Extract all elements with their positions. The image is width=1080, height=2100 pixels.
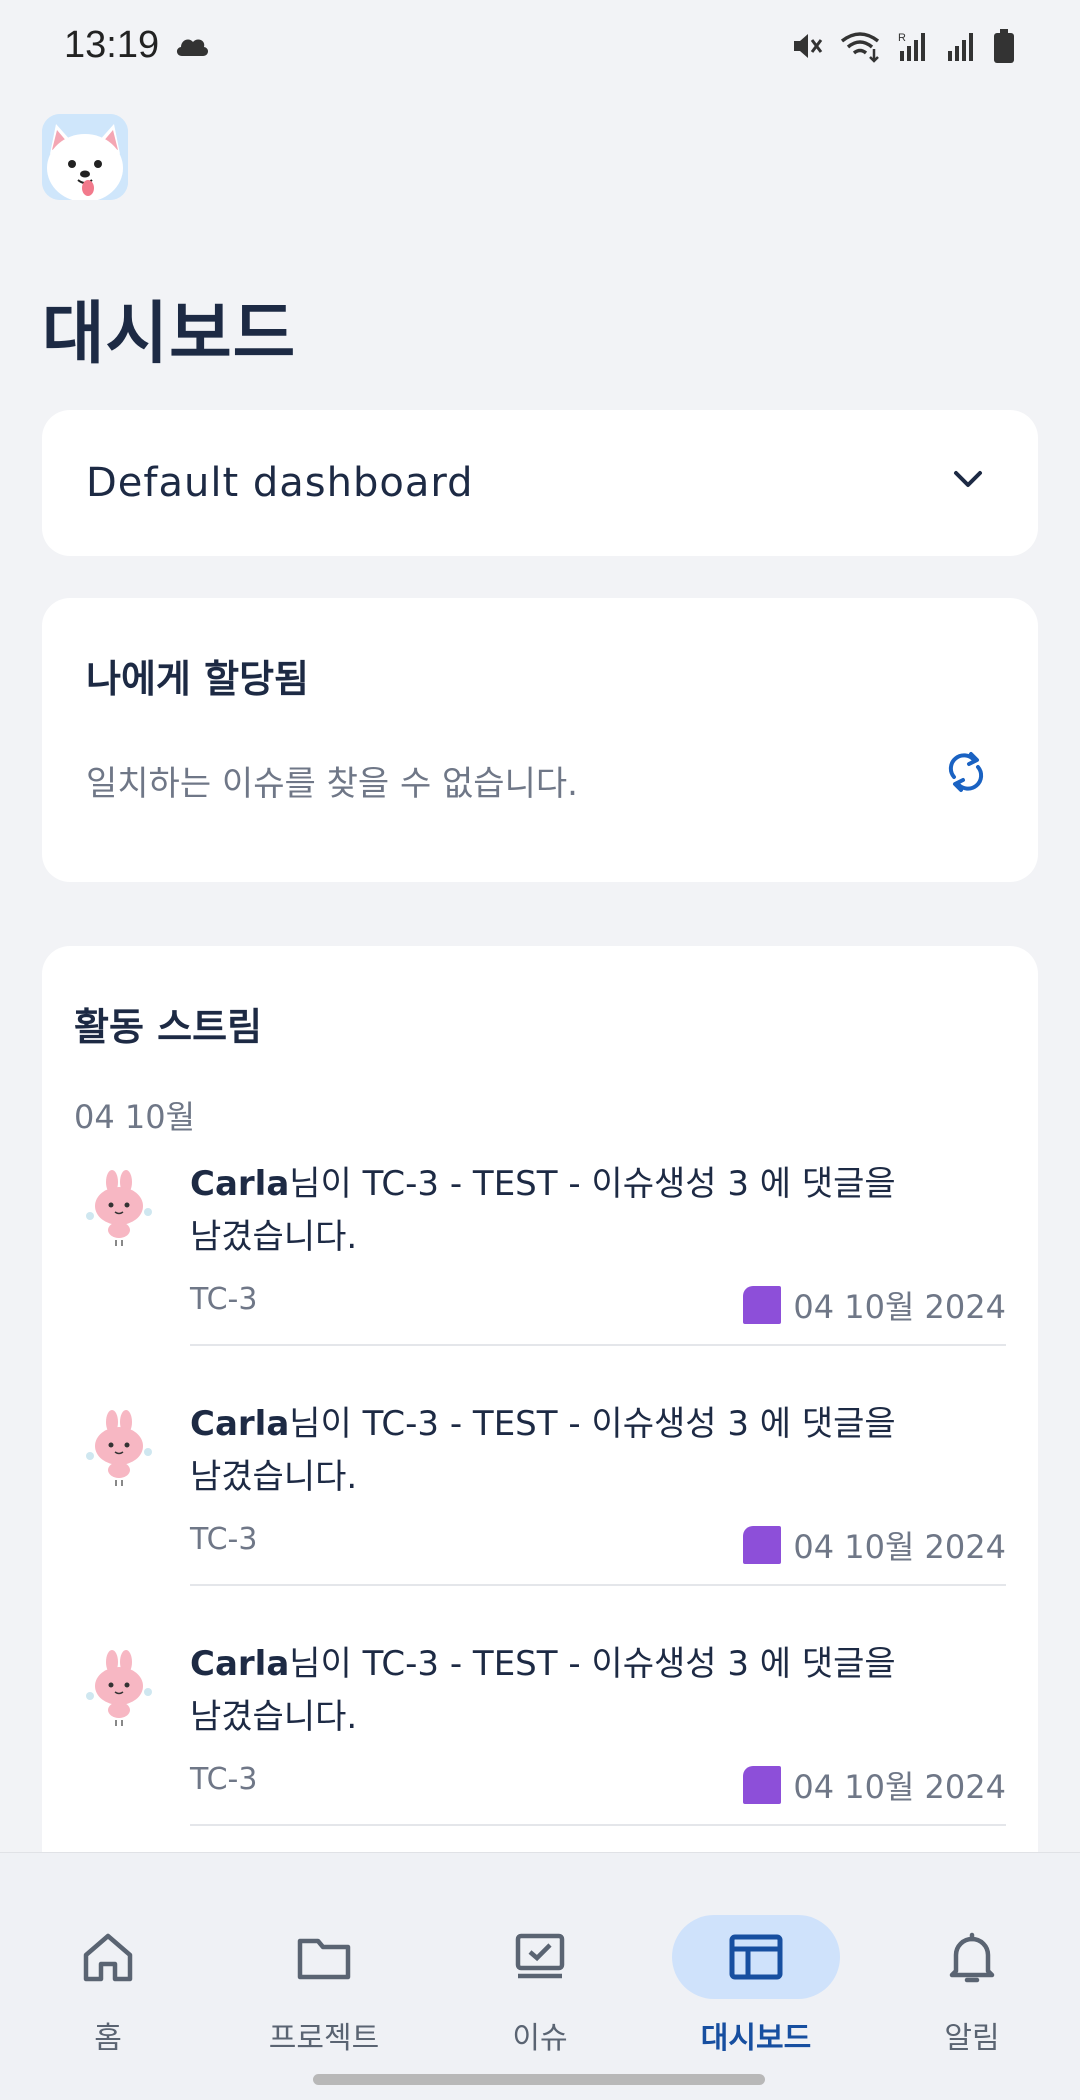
wifi-icon <box>838 29 882 67</box>
assigned-to-me-card: 나에게 할당됨 일치하는 이슈를 찾을 수 없습니다. <box>42 598 1038 882</box>
issue-key[interactable]: TC-3 <box>190 1282 257 1317</box>
avatar <box>76 1168 162 1254</box>
dashboard-select[interactable]: Default dashboard <box>42 410 1038 556</box>
issue-key[interactable]: TC-3 <box>190 1762 257 1797</box>
app-logo[interactable] <box>42 114 128 200</box>
activity-date: 04 10월 2024 <box>793 1768 1006 1806</box>
avatar <box>76 1648 162 1734</box>
project-avatar <box>743 1766 782 1804</box>
divider <box>190 1344 1006 1346</box>
issue-icon <box>456 1915 624 1999</box>
dashboard-select-value: Default dashboard <box>86 460 474 506</box>
avatar <box>76 1408 162 1494</box>
activity-user[interactable]: Carla <box>190 1164 289 1204</box>
cloud-icon <box>174 34 210 62</box>
activity-user[interactable]: Carla <box>190 1404 289 1444</box>
project-avatar <box>743 1286 782 1324</box>
activity-text-line2: 남겼습니다. <box>190 1457 358 1497</box>
activity-text-line1: 님이 TC-3 - TEST - 이슈생성 3 에 댓글을 <box>289 1644 896 1684</box>
assigned-title: 나에게 할당됨 <box>86 657 309 701</box>
dashboard-icon <box>672 1915 840 1999</box>
nav-label: 대시보드 <box>700 2021 812 2056</box>
assigned-empty-message: 일치하는 이슈를 찾을 수 없습니다. <box>86 764 578 804</box>
signal-icon <box>944 29 978 67</box>
nav-item-notifications[interactable]: 알림 <box>864 1883 1080 2056</box>
activity-item[interactable]: Carla님이 TC-3 - TEST - 이슈생성 3 에 댓글을 남겼습니다… <box>42 1158 1038 1398</box>
page-title: 대시보드 <box>42 295 297 374</box>
screen: 13:19 R 대시보드 Default dashboard 나에게 할당됨 일… <box>0 0 1080 2100</box>
activity-meta: 04 10월 2024 <box>743 1762 1006 1808</box>
svg-text:R: R <box>898 32 906 44</box>
activity-date: 04 10월 2024 <box>793 1528 1006 1566</box>
nav-item-dashboard[interactable]: 대시보드 <box>648 1883 864 2056</box>
chevron-down-icon <box>950 466 986 496</box>
nav-label: 홈 <box>94 2021 122 2056</box>
activity-text: Carla님이 TC-3 - TEST - 이슈생성 3 에 댓글을 남겼습니다… <box>190 1638 910 1744</box>
activity-text: Carla님이 TC-3 - TEST - 이슈생성 3 에 댓글을 남겼습니다… <box>190 1158 910 1264</box>
activity-text-line1: 님이 TC-3 - TEST - 이슈생성 3 에 댓글을 <box>289 1164 896 1204</box>
bottom-nav: 홈 프로젝트 이슈 대시보드 알림 <box>0 1852 1080 2100</box>
status-time: 13:19 <box>64 24 160 66</box>
home-icon <box>24 1915 192 1999</box>
status-icons: R <box>790 28 1016 68</box>
activity-text: Carla님이 TC-3 - TEST - 이슈생성 3 에 댓글을 남겼습니다… <box>190 1398 910 1504</box>
bell-icon <box>888 1915 1056 1999</box>
nav-item-issues[interactable]: 이슈 <box>432 1883 648 2056</box>
activity-user[interactable]: Carla <box>190 1644 289 1684</box>
nav-item-projects[interactable]: 프로젝트 <box>216 1883 432 2056</box>
issue-key[interactable]: TC-3 <box>190 1522 257 1557</box>
activity-meta: 04 10월 2024 <box>743 1522 1006 1568</box>
divider <box>190 1824 1006 1826</box>
battery-icon <box>992 28 1016 68</box>
activity-date: 04 10월 2024 <box>793 1288 1006 1326</box>
signal-r-icon: R <box>896 29 930 67</box>
activity-text-line2: 남겼습니다. <box>190 1697 358 1737</box>
status-bar: 13:19 R <box>0 0 1080 96</box>
activity-item[interactable]: Carla님이 TC-3 - TEST - 이슈생성 3 에 댓글을 남겼습니다… <box>42 1398 1038 1638</box>
nav-item-home[interactable]: 홈 <box>0 1883 216 2056</box>
activity-title: 활동 스트림 <box>74 1005 263 1049</box>
project-avatar <box>743 1526 782 1564</box>
nav-label: 이슈 <box>512 2021 568 2056</box>
mute-icon <box>790 29 824 67</box>
activity-meta: 04 10월 2024 <box>743 1282 1006 1328</box>
home-indicator[interactable] <box>313 2074 765 2085</box>
activity-text-line1: 님이 TC-3 - TEST - 이슈생성 3 에 댓글을 <box>289 1404 896 1444</box>
activity-item[interactable]: Carla님이 TC-3 - TEST - 이슈생성 3 에 댓글을 남겼습니다… <box>42 1638 1038 1878</box>
divider <box>190 1584 1006 1586</box>
nav-label: 프로젝트 <box>268 2021 380 2056</box>
folder-icon <box>240 1915 408 1999</box>
activity-text-line2: 남겼습니다. <box>190 1217 358 1257</box>
refresh-icon[interactable] <box>944 750 988 798</box>
activity-date-group: 04 10월 <box>74 1098 196 1136</box>
nav-label: 알림 <box>944 2021 1000 2056</box>
